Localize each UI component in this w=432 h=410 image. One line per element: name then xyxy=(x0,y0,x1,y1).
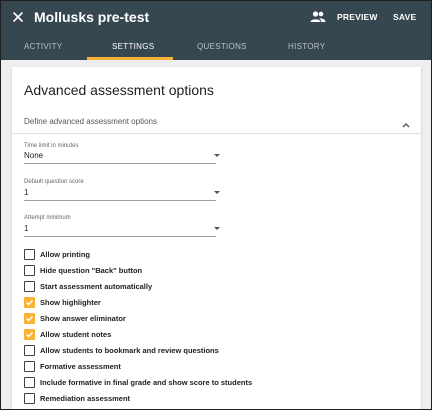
top-app-bar: Mollusks pre-test PREVIEW SAVE xyxy=(1,1,431,34)
checkbox-checked[interactable] xyxy=(24,329,35,340)
divider xyxy=(12,133,421,134)
option-include-formative[interactable]: Include formative in final grade and sho… xyxy=(24,377,384,389)
tab-activity[interactable]: ACTIVITY xyxy=(24,42,62,51)
option-hide-back-button[interactable]: Hide question "Back" button xyxy=(24,265,384,277)
time-limit-value: None xyxy=(24,151,44,160)
close-icon[interactable] xyxy=(11,10,25,24)
section-title: Advanced assessment options xyxy=(24,82,214,98)
people-icon[interactable] xyxy=(310,10,326,24)
option-label: Allow printing xyxy=(40,250,90,259)
tab-questions[interactable]: QUESTIONS xyxy=(197,42,247,51)
tab-bar: ACTIVITY SETTINGS QUESTIONS HISTORY xyxy=(1,34,431,60)
checkbox[interactable] xyxy=(24,281,35,292)
option-formative-assessment[interactable]: Formative assessment xyxy=(24,361,384,373)
dropdown-arrow-icon xyxy=(214,154,220,157)
option-allow-bookmark[interactable]: Allow students to bookmark and review qu… xyxy=(24,345,384,357)
checkbox[interactable] xyxy=(24,249,35,260)
checkbox-checked[interactable] xyxy=(24,313,35,324)
checkbox[interactable] xyxy=(24,361,35,372)
save-button[interactable]: SAVE xyxy=(393,12,416,22)
option-label: Formative assessment xyxy=(40,362,121,371)
time-limit-select[interactable]: None xyxy=(24,151,220,164)
option-label: Allow student notes xyxy=(40,330,112,339)
section-subtitle: Define advanced assessment options xyxy=(24,117,157,126)
checkbox-checked[interactable] xyxy=(24,297,35,308)
option-allow-printing[interactable]: Allow printing xyxy=(24,249,384,261)
option-start-automatically[interactable]: Start assessment automatically xyxy=(24,281,384,293)
default-score-label: Default question score xyxy=(24,179,84,185)
option-label: Show answer eliminator xyxy=(40,314,126,323)
option-label: Show highlighter xyxy=(40,298,101,307)
settings-card: Advanced assessment options Define advan… xyxy=(12,67,421,409)
option-allow-student-notes[interactable]: Allow student notes xyxy=(24,329,384,341)
option-label: Remediation assessment xyxy=(40,394,131,403)
tab-settings[interactable]: SETTINGS xyxy=(112,42,154,51)
active-tab-indicator xyxy=(87,57,173,60)
option-label: Allow students to bookmark and review qu… xyxy=(40,346,219,355)
app-window: Mollusks pre-test PREVIEW SAVE ACTIVITY … xyxy=(1,1,431,409)
preview-button[interactable]: PREVIEW xyxy=(337,12,378,22)
time-limit-label: Time limit in minutes xyxy=(24,143,79,149)
tab-history[interactable]: HISTORY xyxy=(288,42,325,51)
default-score-select[interactable]: 1 xyxy=(24,188,220,201)
attempt-minimum-select[interactable]: 1 xyxy=(24,224,220,237)
checkbox[interactable] xyxy=(24,265,35,276)
option-remediation-assessment[interactable]: Remediation assessment xyxy=(24,393,384,405)
option-label: Include formative in final grade and sho… xyxy=(40,378,253,387)
attempt-minimum-value: 1 xyxy=(24,224,29,233)
checkbox[interactable] xyxy=(24,377,35,388)
option-show-answer-eliminator[interactable]: Show answer eliminator xyxy=(24,313,384,325)
checkbox[interactable] xyxy=(24,393,35,404)
option-show-highlighter[interactable]: Show highlighter xyxy=(24,297,384,309)
option-label: Hide question "Back" button xyxy=(40,266,143,275)
checkbox[interactable] xyxy=(24,345,35,356)
dropdown-arrow-icon xyxy=(214,227,220,230)
option-label: Start assessment automatically xyxy=(40,282,153,291)
page-title: Mollusks pre-test xyxy=(34,9,150,25)
default-score-value: 1 xyxy=(24,188,29,197)
dropdown-arrow-icon xyxy=(214,191,220,194)
chevron-up-icon[interactable] xyxy=(401,116,411,128)
attempt-minimum-label: Attempt minimum xyxy=(24,215,71,221)
